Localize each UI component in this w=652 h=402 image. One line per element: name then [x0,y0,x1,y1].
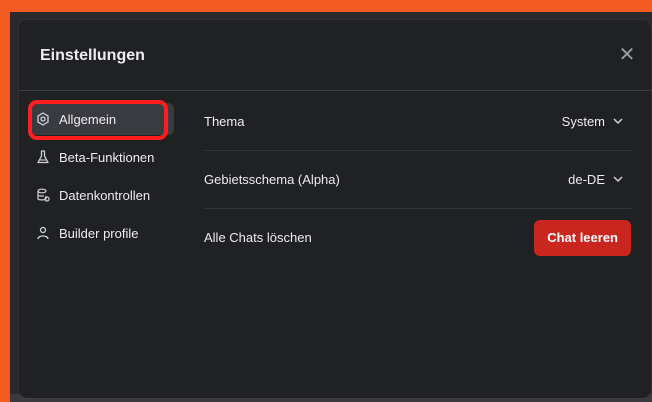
sidebar-item-builder-profile[interactable]: Builder profile [29,217,174,249]
sidebar-item-label: Beta-Funktionen [59,149,155,165]
locale-select[interactable]: de-DE [568,172,631,187]
flask-icon [36,150,50,164]
chevron-down-icon [613,114,623,128]
locale-label: Gebietsschema (Alpha) [204,172,340,187]
close-icon[interactable]: ✕ [617,45,637,65]
gear-icon [36,112,50,126]
dialog-title: Einstellungen [40,47,145,64]
settings-row-locale: Gebietsschema (Alpha) de-DE [204,151,631,209]
clear-chats-label: Alle Chats löschen [204,230,312,245]
settings-row-theme: Thema System [204,93,631,151]
chevron-down-icon [613,172,623,186]
theme-select[interactable]: System [562,114,631,129]
sidebar-item-label: Allgemein [59,111,117,127]
theme-label: Thema [204,114,245,129]
sidebar-item-label: Builder profile [59,225,139,241]
settings-row-clear-chats: Alle Chats löschen Chat leeren [204,209,631,266]
sidebar-item-datenkontrollen[interactable]: Datenkontrollen [29,179,174,211]
sidebar-item-beta-funktionen[interactable]: Beta-Funktionen [29,141,174,173]
user-icon [36,226,50,240]
settings-sidebar: Allgemein Beta-Funktionen Datenkontrolle… [29,103,174,255]
clear-chats-button[interactable]: Chat leeren [534,219,631,256]
locale-value: de-DE [568,172,605,187]
settings-content: Thema System Gebietsschema (Alpha) de-DE… [204,93,631,266]
sidebar-item-allgemein[interactable]: Allgemein [29,103,174,135]
settings-dialog: Einstellungen ✕ Allgemein Beta-Funktione… [19,20,651,398]
database-icon [36,188,50,202]
dialog-header: Einstellungen ✕ [19,20,651,91]
theme-value: System [561,114,605,129]
sidebar-item-label: Datenkontrollen [59,187,151,203]
